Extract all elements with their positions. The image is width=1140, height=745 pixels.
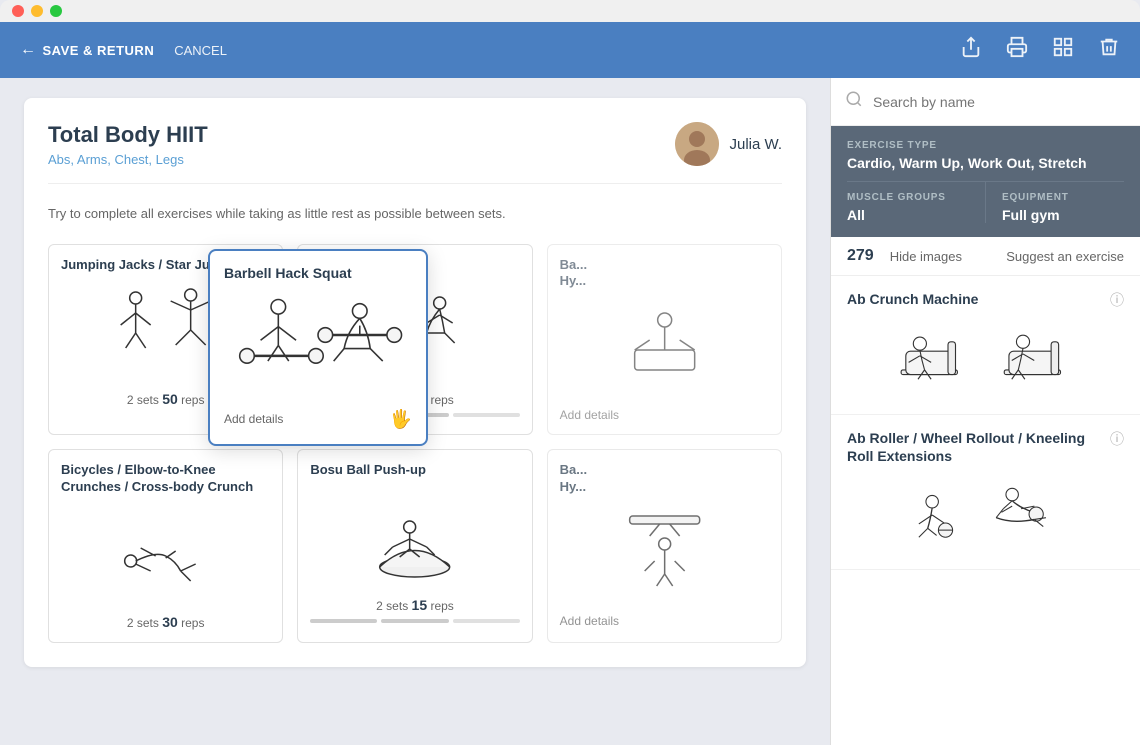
cancel-button[interactable]: CANCEL (174, 43, 227, 58)
save-return-label: SAVE & RETURN (43, 43, 155, 58)
popup-drawing (224, 291, 412, 401)
filter-section: EXERCISE TYPE Cardio, Warm Up, Work Out,… (831, 126, 1140, 237)
exercise-name: Bicycles / Elbow-to-Knee Crunches / Cros… (61, 462, 270, 496)
hand-cursor-icon: 🖐 (390, 409, 412, 430)
exercise-item-img (847, 475, 1124, 555)
exercise-drawing (61, 506, 270, 606)
count-row: 279 Hide images Suggest an exercise (831, 237, 1140, 276)
exercise-item-name: Ab Roller / Wheel Rollout / Kneeling Rol… (847, 429, 1110, 465)
maximize-button[interactable] (50, 5, 62, 17)
add-details-button[interactable]: Add details (560, 408, 619, 422)
barbell-popup: Barbell Hack Squat (208, 249, 428, 446)
layout-icon[interactable] (1052, 36, 1074, 64)
add-details-row: Add details (560, 408, 769, 422)
save-return-button[interactable]: ← SAVE & RETURN (20, 41, 154, 59)
exercise-cell-partial2[interactable]: Ba...Hy... (547, 449, 782, 643)
workout-info: Total Body HIIT Abs, Arms, Chest, Legs (48, 122, 208, 167)
avatar (675, 122, 719, 166)
workout-title: Total Body HIIT (48, 122, 208, 148)
trash-icon[interactable] (1098, 36, 1120, 64)
trainer-info: Julia W. (675, 122, 782, 166)
list-item-ab-roller[interactable]: Ab Roller / Wheel Rollout / Kneeling Rol… (831, 415, 1140, 570)
filter-row: MUSCLE GROUPS All EQUIPMENT Full gym (847, 181, 1124, 223)
exercise-drawing (560, 300, 769, 400)
exercise-cell-partial[interactable]: Ba...Hy... Add details (547, 244, 782, 436)
topbar-left: ← SAVE & RETURN CANCEL (20, 41, 940, 59)
search-box (831, 78, 1140, 126)
popup-add-details-button[interactable]: Add details (224, 412, 283, 426)
exercise-item-name: Ab Crunch Machine (847, 290, 1110, 308)
workout-description: Try to complete all exercises while taki… (48, 204, 782, 224)
exercise-item-img (847, 320, 1124, 400)
exercise-name: Ba...Hy... (560, 257, 769, 291)
window-chrome (0, 0, 1140, 22)
exercise-item-header: Ab Roller / Wheel Rollout / Kneeling Rol… (847, 429, 1124, 465)
exercise-drawing (560, 506, 769, 606)
search-input[interactable] (873, 94, 1126, 110)
sidebar: EXERCISE TYPE Cardio, Warm Up, Work Out,… (830, 78, 1140, 745)
muscle-groups-label: MUSCLE GROUPS (847, 192, 969, 203)
muscle-groups-value: All (847, 207, 969, 223)
exercise-stats: 2 sets 30 reps (61, 614, 270, 630)
popup-add-details-row: Add details 🖐 (224, 409, 412, 430)
workout-header: Total Body HIIT Abs, Arms, Chest, Legs J… (48, 122, 782, 184)
workout-panel: Total Body HIIT Abs, Arms, Chest, Legs J… (0, 78, 830, 745)
info-icon[interactable]: ⓘ (1110, 429, 1124, 449)
add-details-button[interactable]: Add details (560, 614, 619, 628)
main-area: Total Body HIIT Abs, Arms, Chest, Legs J… (0, 78, 1140, 745)
equipment-col: EQUIPMENT Full gym (986, 182, 1124, 223)
trainer-name: Julia W. (729, 136, 782, 153)
exercise-count: 279 (847, 247, 874, 265)
info-icon[interactable]: ⓘ (1110, 290, 1124, 310)
workout-card: Total Body HIIT Abs, Arms, Chest, Legs J… (24, 98, 806, 667)
equipment-value: Full gym (1002, 207, 1124, 223)
cancel-label: CANCEL (174, 43, 227, 58)
workout-tags: Abs, Arms, Chest, Legs (48, 152, 208, 167)
close-button[interactable] (12, 5, 24, 17)
popup-title: Barbell Hack Squat (224, 265, 412, 281)
suggest-exercise-button[interactable]: Suggest an exercise (1006, 249, 1124, 264)
hide-images-button[interactable]: Hide images (890, 249, 962, 264)
exercise-name: Bosu Ball Push-up (310, 462, 519, 479)
add-details-row: Add details (560, 614, 769, 628)
exercise-type-value: Cardio, Warm Up, Work Out, Stretch (847, 155, 1124, 171)
print-icon[interactable] (1006, 36, 1028, 64)
exercise-stats: 2 sets 15 reps (310, 597, 519, 613)
share-icon[interactable] (960, 36, 982, 64)
topbar-icons (960, 36, 1120, 64)
minimize-button[interactable] (31, 5, 43, 17)
search-icon (845, 90, 863, 113)
exercise-grid: Jumping Jacks / Star Jumps (48, 244, 782, 644)
exercise-name: Ba...Hy... (560, 462, 769, 496)
exercise-cell-bicycles[interactable]: Bicycles / Elbow-to-Knee Crunches / Cros… (48, 449, 283, 643)
muscle-groups-col: MUSCLE GROUPS All (847, 182, 986, 223)
exercise-cell-bosu[interactable]: Bosu Ball Push-up (297, 449, 532, 643)
exercise-drawing (310, 489, 519, 589)
arrow-icon: ← (20, 41, 37, 59)
exercise-item-header: Ab Crunch Machine ⓘ (847, 290, 1124, 310)
progress-bars (310, 619, 519, 623)
exercise-type-label: EXERCISE TYPE (847, 140, 1124, 151)
list-item-ab-crunch[interactable]: Ab Crunch Machine ⓘ (831, 276, 1140, 415)
equipment-label: EQUIPMENT (1002, 192, 1124, 203)
topbar: ← SAVE & RETURN CANCEL (0, 22, 1140, 78)
